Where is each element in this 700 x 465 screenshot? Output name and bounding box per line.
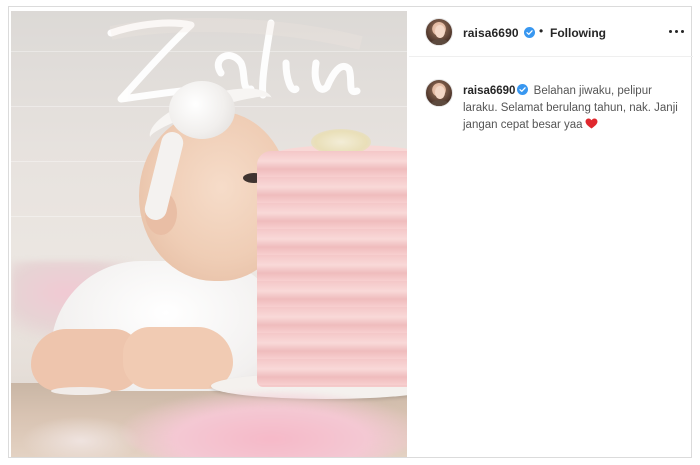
more-options-icon[interactable] — [667, 25, 685, 39]
post-photo[interactable] — [11, 11, 407, 457]
caption-text-block: raisa6690 Belahan jiwaku, pelipur laraku… — [463, 83, 683, 134]
avatar[interactable] — [425, 18, 453, 46]
separator-dot: • — [539, 24, 544, 38]
instagram-post-window: raisa6690 • Following raisa6690 Belahan … — [8, 6, 693, 459]
headband-bow — [169, 81, 235, 139]
following-button[interactable]: Following — [550, 26, 606, 40]
pink-cake — [257, 151, 407, 387]
post-header: raisa6690 • Following — [409, 7, 693, 57]
username-link[interactable]: raisa6690 — [463, 26, 519, 40]
red-heart-icon — [585, 118, 598, 129]
post-sidebar: raisa6690 • Following raisa6690 Belahan … — [409, 7, 693, 459]
verified-badge-icon — [517, 84, 529, 95]
caption-avatar[interactable] — [425, 79, 453, 107]
verified-badge-icon — [524, 27, 535, 38]
caption-username-link[interactable]: raisa6690 — [463, 85, 515, 97]
